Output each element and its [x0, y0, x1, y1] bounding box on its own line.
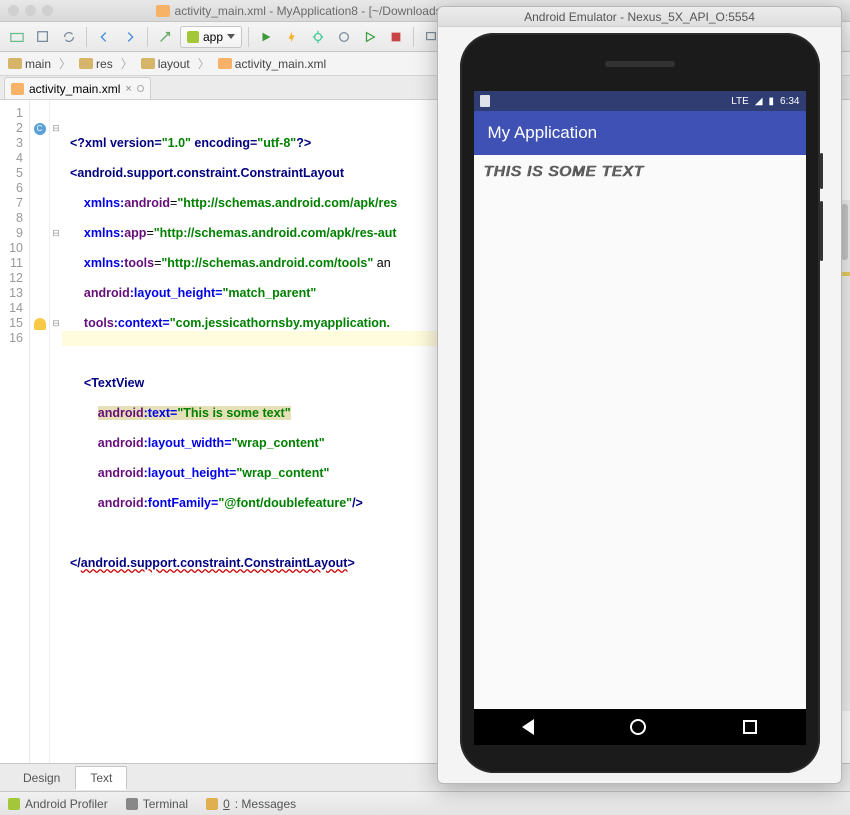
run-button[interactable]	[255, 26, 277, 48]
folder-icon	[79, 58, 93, 69]
scrollbar-thumb[interactable]	[841, 204, 848, 260]
run-config-label: app	[203, 30, 223, 44]
phone-screen[interactable]: LTE ◢ ▮ 6:34 My Application This is some…	[474, 91, 806, 713]
app-toolbar: My Application	[474, 111, 806, 155]
chevron-right-icon: 〉	[119, 55, 135, 72]
phone-frame: LTE ◢ ▮ 6:34 My Application This is some…	[460, 33, 820, 773]
close-tab-icon[interactable]: ×	[125, 83, 131, 95]
open-file-button[interactable]	[6, 26, 28, 48]
signal-icon: ◢	[755, 96, 763, 107]
fold-toggle-icon[interactable]: ⊟	[50, 121, 62, 136]
debug-button[interactable]	[307, 26, 329, 48]
messages-icon	[206, 798, 218, 810]
nav-back-icon[interactable]	[522, 719, 534, 735]
breadcrumb-item-res[interactable]: res	[75, 56, 117, 72]
sample-textview: This is some text	[484, 163, 796, 180]
pin-tab-icon[interactable]	[137, 85, 144, 92]
speaker-icon	[605, 61, 675, 67]
close-window-icon[interactable]	[8, 5, 19, 16]
nav-back-button[interactable]	[93, 26, 115, 48]
breadcrumb-item-main[interactable]: main	[4, 56, 55, 72]
volume-button-icon	[820, 201, 823, 261]
breadcrumb-item-layout[interactable]: layout	[137, 56, 194, 72]
android-status-bar: LTE ◢ ▮ 6:34	[474, 91, 806, 111]
xml-file-icon	[11, 83, 24, 95]
chevron-right-icon: 〉	[57, 55, 73, 72]
messages-tool[interactable]: 0: Messages	[206, 797, 296, 811]
line-number-gutter: 12345678910111213141516	[0, 100, 30, 763]
emulator-body: LTE ◢ ▮ 6:34 My Application This is some…	[438, 27, 841, 783]
build-button[interactable]	[154, 26, 176, 48]
android-icon	[8, 798, 20, 810]
sim-card-icon	[480, 95, 490, 107]
chevron-right-icon: 〉	[196, 55, 212, 72]
stop-button[interactable]	[385, 26, 407, 48]
sync-button[interactable]	[58, 26, 80, 48]
text-tab[interactable]: Text	[75, 766, 127, 790]
xml-file-icon	[218, 58, 232, 69]
class-gutter-icon[interactable]: C	[34, 123, 46, 135]
terminal-tool[interactable]: Terminal	[126, 797, 188, 811]
fold-end-icon: ⊟	[50, 316, 62, 331]
app-title: My Application	[488, 123, 598, 143]
lte-label: LTE	[731, 96, 749, 107]
tool-window-bar: Android Profiler Terminal 0: Messages	[0, 791, 850, 815]
minimize-window-icon[interactable]	[25, 5, 36, 16]
breadcrumb-item-file[interactable]: activity_main.xml	[214, 56, 330, 72]
android-profiler-tool[interactable]: Android Profiler	[8, 797, 108, 811]
emulator-window[interactable]: Android Emulator - Nexus_5X_API_O:5554 L…	[437, 6, 842, 784]
profile-button[interactable]	[333, 26, 355, 48]
save-all-button[interactable]	[32, 26, 54, 48]
design-tab[interactable]: Design	[8, 766, 75, 790]
gutter-marks: C	[30, 100, 50, 763]
nav-forward-button[interactable]	[119, 26, 141, 48]
fold-toggle-icon[interactable]: ⊟	[50, 226, 62, 241]
folder-icon	[141, 58, 155, 69]
attach-debugger-button[interactable]	[359, 26, 381, 48]
xml-file-icon	[156, 5, 170, 17]
nav-recents-icon[interactable]	[743, 720, 757, 734]
editor-tab-activity-main[interactable]: activity_main.xml ×	[4, 77, 151, 99]
folder-icon	[8, 58, 22, 69]
apply-changes-button[interactable]	[281, 26, 303, 48]
battery-icon: ▮	[769, 96, 775, 107]
android-nav-bar	[474, 709, 806, 745]
editor-tab-label: activity_main.xml	[29, 82, 120, 96]
run-config-selector[interactable]: app	[180, 26, 242, 48]
nav-home-icon[interactable]	[630, 719, 646, 735]
lightbulb-icon[interactable]	[34, 318, 46, 330]
emulator-titlebar[interactable]: Android Emulator - Nexus_5X_API_O:5554	[438, 7, 841, 27]
traffic-lights	[8, 5, 53, 16]
chevron-down-icon	[227, 34, 235, 39]
fold-gutter: ⊟ ⊟ ⊟	[50, 100, 62, 763]
terminal-icon	[126, 798, 138, 810]
android-icon	[187, 31, 199, 43]
app-content: This is some text	[474, 155, 806, 713]
clock-label: 6:34	[780, 96, 799, 107]
zoom-window-icon[interactable]	[42, 5, 53, 16]
power-button-icon	[820, 153, 823, 189]
